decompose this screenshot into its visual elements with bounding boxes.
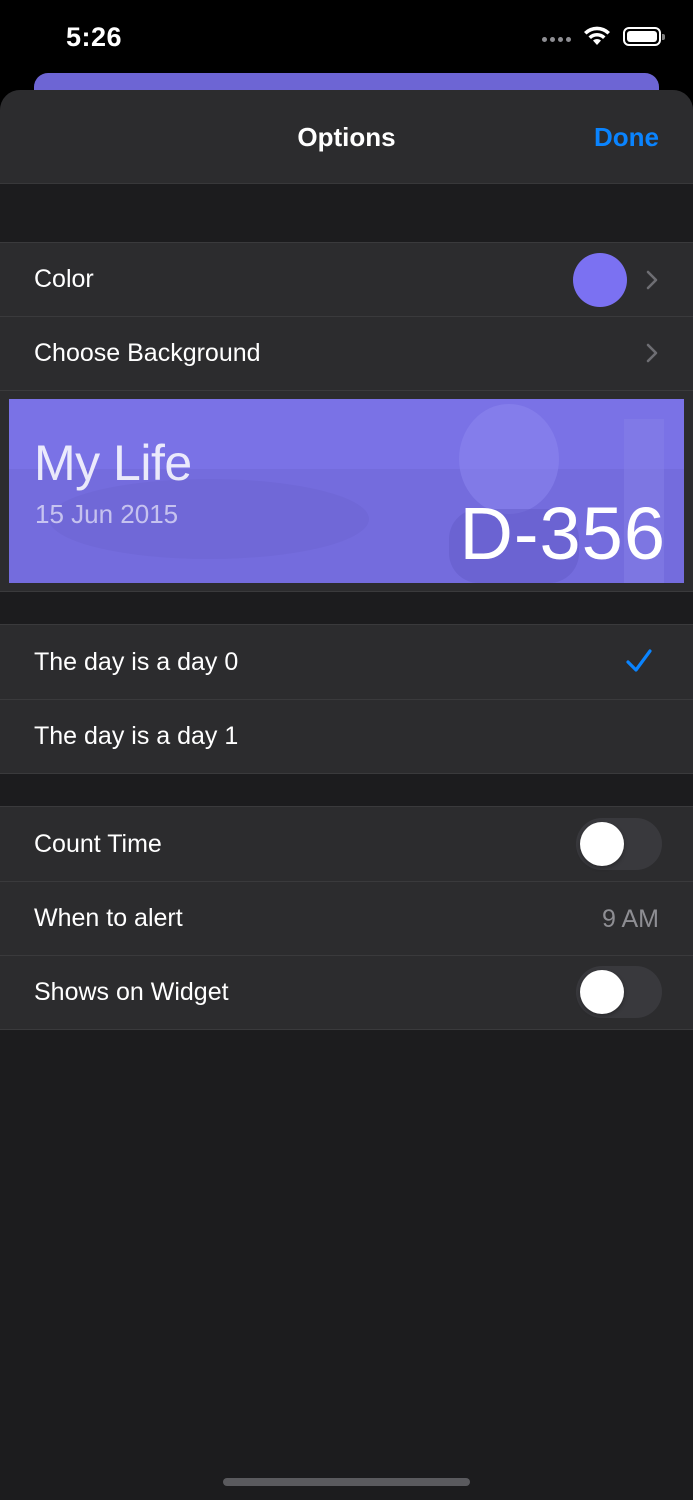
widget-label: Shows on Widget bbox=[34, 977, 229, 1006]
day-count: D-356 bbox=[459, 492, 666, 575]
alert-time-value: 9 AM bbox=[602, 905, 659, 933]
event-preview-card: My Life 15 Jun 2015 D-356 bbox=[9, 399, 684, 583]
color-label: Color bbox=[34, 265, 94, 293]
done-button[interactable]: Done bbox=[594, 122, 659, 153]
chevron-right-icon bbox=[646, 270, 658, 290]
day-one-option[interactable]: The day is a day 1 bbox=[0, 699, 693, 773]
screen: 5:26 Options Done Color Choose Backgroun… bbox=[0, 0, 693, 1500]
status-icons bbox=[542, 26, 665, 46]
battery-icon bbox=[623, 26, 665, 46]
count-time-toggle[interactable] bbox=[576, 818, 662, 870]
section-spacer bbox=[0, 773, 693, 807]
checkmark-icon bbox=[626, 649, 652, 672]
widget-row: Shows on Widget bbox=[0, 955, 693, 1029]
choose-background-row[interactable]: Choose Background bbox=[0, 316, 693, 390]
toggle-knob bbox=[580, 822, 624, 866]
alert-label: When to alert bbox=[34, 903, 183, 932]
alert-row[interactable]: When to alert 9 AM bbox=[0, 881, 693, 955]
wifi-icon bbox=[584, 26, 610, 45]
navigation-bar: Options Done bbox=[0, 90, 693, 184]
home-indicator bbox=[223, 1478, 470, 1486]
page-title: Options bbox=[297, 122, 396, 152]
status-time: 5:26 bbox=[66, 22, 123, 52]
choose-background-label: Choose Background bbox=[34, 338, 261, 367]
day-zero-option[interactable]: The day is a day 0 bbox=[0, 625, 693, 699]
chevron-right-icon bbox=[646, 343, 658, 363]
section-spacer bbox=[0, 591, 693, 625]
preview-container: My Life 15 Jun 2015 D-356 bbox=[0, 390, 693, 591]
widget-toggle[interactable] bbox=[576, 966, 662, 1018]
day-one-label: The day is a day 1 bbox=[34, 721, 239, 750]
options-sheet: Options Done Color Choose Background My … bbox=[0, 90, 693, 1500]
day-zero-label: The day is a day 0 bbox=[34, 647, 239, 676]
event-title: My Life bbox=[34, 435, 192, 491]
event-date: 15 Jun 2015 bbox=[35, 499, 179, 529]
toggle-knob bbox=[580, 970, 624, 1014]
status-bar: 5:26 bbox=[0, 0, 693, 76]
color-row[interactable]: Color bbox=[0, 242, 693, 316]
cellular-signal-icon bbox=[542, 36, 571, 42]
count-time-row: Count Time bbox=[0, 807, 693, 881]
color-swatch bbox=[573, 253, 627, 307]
count-time-label: Count Time bbox=[34, 829, 162, 858]
divider bbox=[0, 1029, 693, 1030]
